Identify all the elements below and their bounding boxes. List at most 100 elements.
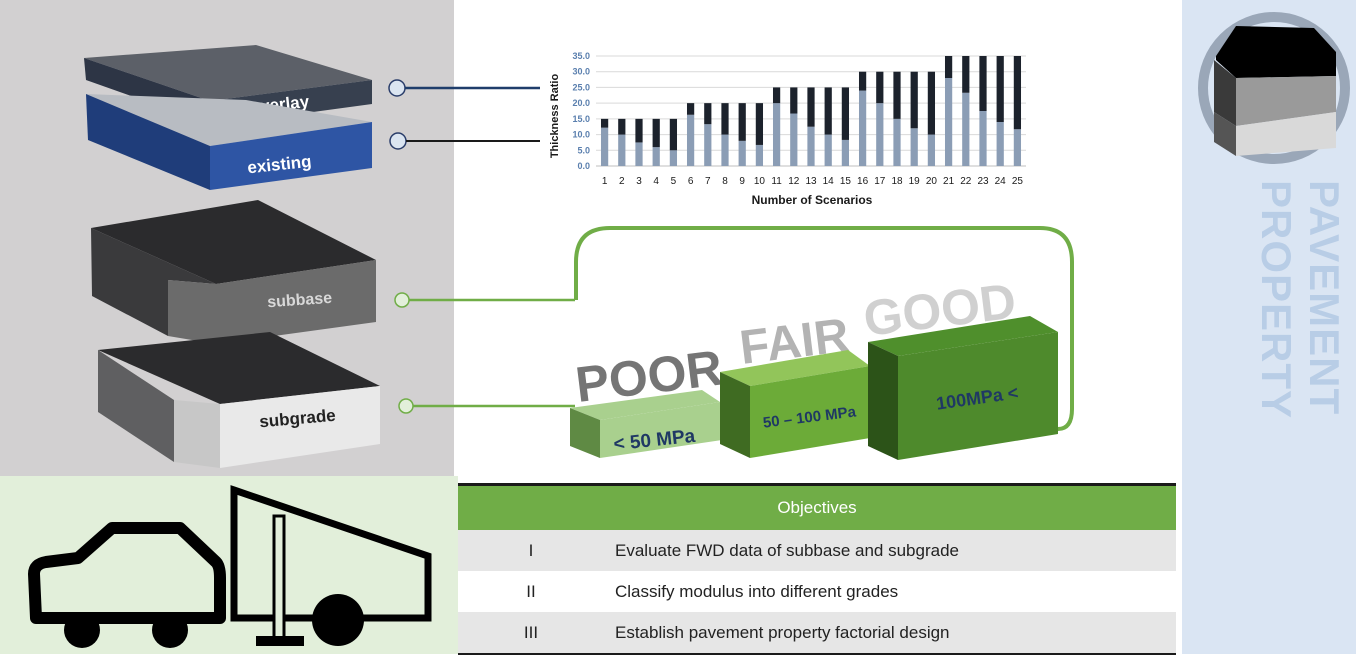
chart-bar-segment <box>1013 129 1022 166</box>
thickness-ratio-chart: 0.05.010.015.020.025.030.035.0 123456789… <box>549 51 1026 207</box>
chart-x-tick-label: 17 <box>874 176 886 187</box>
objective-number: I <box>528 540 534 560</box>
chart-x-tick-label: 18 <box>891 176 903 187</box>
chart-y-tick-label: 15.0 <box>572 114 590 124</box>
chart-bar-segment <box>790 113 798 166</box>
chart-bar-segment <box>738 103 746 141</box>
pavement-property-title: PAVEMENT PROPERTY <box>1252 180 1348 640</box>
chart-bar-segment <box>807 87 815 127</box>
chart-bar-segment <box>704 124 712 166</box>
chart-x-tick-label: 21 <box>943 176 955 187</box>
chart-bar-segment <box>669 118 678 151</box>
objective-row: II Classify modulus into different grade… <box>458 571 1176 612</box>
chart-bar-segment <box>979 111 987 166</box>
chart-y-axis-label: Thickness Ratio <box>549 74 561 159</box>
chart-bar-segment <box>600 127 609 166</box>
chart-x-tick-label: 12 <box>788 176 800 187</box>
chart-y-tick-label: 5.0 <box>577 145 590 155</box>
chart-y-tick-label: 10.0 <box>572 130 590 140</box>
chart-bar-segment <box>635 118 643 143</box>
chart-bar-segment <box>944 56 953 78</box>
chart-bar-segment <box>979 56 987 111</box>
chart-bar-segment <box>738 140 746 166</box>
chart-bar-segment <box>927 71 936 135</box>
objective-number: II <box>526 581 536 601</box>
chart-y-tick-label: 20.0 <box>572 98 590 108</box>
chart-bar-segment <box>962 92 970 166</box>
chart-bar-segment <box>686 103 695 115</box>
chart-bar-segment <box>824 134 832 166</box>
chart-bar-segment <box>910 128 918 166</box>
chart-x-tick-label: 6 <box>688 176 694 187</box>
chart-bar-segment <box>652 118 660 148</box>
chart-x-tick-label: 22 <box>960 176 972 187</box>
chart-bar-segment <box>772 87 781 104</box>
subbase-connector-dot <box>394 292 410 308</box>
subgrade-connector-dot <box>398 398 414 414</box>
chart-x-tick-label: 7 <box>705 176 711 187</box>
subgrade-layer-block: subgrade <box>98 332 380 468</box>
chart-x-tick-label: 8 <box>722 176 728 187</box>
chart-y-tick-label: 30.0 <box>572 67 590 77</box>
chart-bar-segment <box>669 150 678 166</box>
objective-text: Evaluate FWD data of subbase and subgrad… <box>615 540 959 560</box>
chart-x-tick-label: 20 <box>926 176 938 187</box>
chart-bar-segment <box>910 71 918 129</box>
chart-x-tick-label: 4 <box>653 176 659 187</box>
chart-bar-segment <box>790 87 798 114</box>
chart-bar-segment <box>944 78 953 166</box>
chart-bar-segment <box>876 71 884 104</box>
chart-bar-segment <box>652 147 660 166</box>
pavement-core-icon <box>1198 12 1350 164</box>
chart-bar-segment <box>772 103 781 166</box>
chart-x-axis-label: Number of Scenarios <box>752 193 873 207</box>
chart-bar-segment <box>755 144 764 166</box>
modulus-grades-diagram: POOR FAIR GOOD < 50 MPa 50 – 100 MPa 100… <box>570 226 1074 460</box>
chart-bar-segment <box>755 103 764 145</box>
chart-bar-segment <box>618 134 626 166</box>
chart-bar-segment <box>893 118 901 166</box>
objective-row: I Evaluate FWD data of subbase and subgr… <box>458 530 1176 571</box>
objectives-table: Objectives I Evaluate FWD data of subbas… <box>458 483 1176 655</box>
existing-connector-dot <box>389 132 407 150</box>
chart-bar-segment <box>807 126 815 166</box>
chart-x-tick-label: 16 <box>857 176 869 187</box>
chart-bar-segment <box>996 122 1004 166</box>
chart-x-tick-label: 23 <box>977 176 989 187</box>
chart-x-tick-label: 10 <box>754 176 766 187</box>
chart-bar-segment <box>686 114 695 166</box>
objective-row: III Establish pavement property factoria… <box>458 612 1176 653</box>
objective-text: Establish pavement property factorial de… <box>615 622 950 642</box>
title-text: PAVEMENT PROPERTY <box>1253 180 1348 420</box>
chart-y-tick-label: 25.0 <box>572 82 590 92</box>
chart-x-tick-label: 14 <box>823 176 835 187</box>
vehicle-illustration <box>28 485 432 648</box>
chart-x-tick-label: 25 <box>1012 176 1024 187</box>
overlay-connector-dot <box>388 79 406 97</box>
chart-bar-segment <box>841 139 850 166</box>
chart-bar-segment <box>962 56 970 93</box>
objectives-header: Objectives <box>458 483 1176 530</box>
chart-x-tick-label: 19 <box>909 176 921 187</box>
fwd-trailer-icon <box>230 485 432 646</box>
car-icon <box>28 522 226 648</box>
chart-bar-segment <box>600 118 609 128</box>
objective-number: III <box>523 622 539 642</box>
good-grade-block: 100MPa < <box>868 316 1058 460</box>
chart-x-tick-label: 24 <box>995 176 1007 187</box>
chart-bar-segment <box>704 103 712 125</box>
chart-x-ticks: 1 2 3 4 5 6 7 8 9 10 11 12 13 14 15 16 17 18 19 20 21 22 23 24 2… <box>602 176 1024 187</box>
chart-bar-segment <box>876 103 884 166</box>
chart-bar-segment <box>893 71 901 119</box>
chart-x-tick-label: 1 <box>602 176 608 187</box>
chart-bar-segment <box>927 134 936 166</box>
chart-y-tick-label: 35.0 <box>572 51 590 61</box>
chart-bar-segment <box>618 118 626 135</box>
chart-bar-segment <box>721 134 729 166</box>
chart-y-tick-label: 0.0 <box>577 161 590 171</box>
chart-bar-segment <box>841 87 850 140</box>
chart-x-tick-label: 2 <box>619 176 625 187</box>
chart-bar-segment <box>858 90 867 166</box>
chart-bar-segment <box>996 56 1004 122</box>
chart-x-tick-label: 9 <box>739 176 745 187</box>
